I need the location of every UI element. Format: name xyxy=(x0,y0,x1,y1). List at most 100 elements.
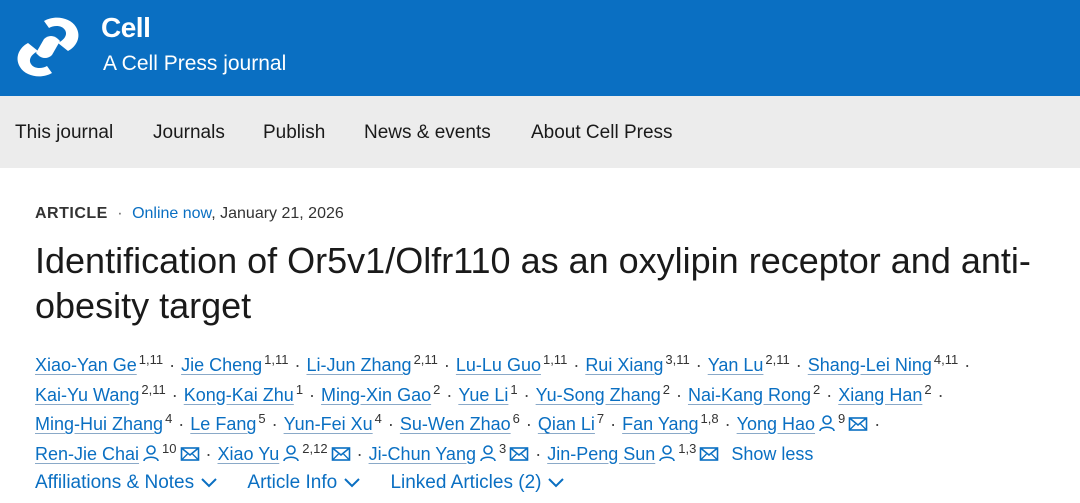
linked-articles-toggle[interactable]: Linked Articles (2) xyxy=(390,472,565,494)
journal-name[interactable]: Cell xyxy=(101,12,151,44)
author-list: Xiao-Yan Ge 1,11 · Jie Cheng 1,11 · Li-Jun Zha… xyxy=(35,345,1065,464)
author-separator: · xyxy=(937,384,944,405)
author-affiliation-number: 1,11 xyxy=(264,352,289,367)
author-name[interactable]: Yong Hao xyxy=(737,414,815,434)
email-icon[interactable] xyxy=(180,446,200,462)
author-affiliation-number: 2,11 xyxy=(765,352,790,367)
publication-date: January 21, 2026 xyxy=(220,205,344,222)
nav-news-events[interactable]: News & events xyxy=(364,122,491,144)
email-icon[interactable] xyxy=(848,416,868,432)
author-name[interactable]: Qian Li xyxy=(538,414,595,434)
author-separator: · xyxy=(535,443,542,464)
person-icon[interactable] xyxy=(658,444,676,462)
author-separator: · xyxy=(271,414,278,434)
email-icon[interactable] xyxy=(509,446,529,462)
author-name[interactable]: Xiao Yu xyxy=(218,444,280,464)
author-affiliation-number: 7 xyxy=(596,411,605,426)
affiliations-notes-label: Affiliations & Notes xyxy=(35,472,195,493)
author-line: Ming-Hui Zhang 4 · Le Fang 5 · Yun-Fei Xu 4 · Su-… xyxy=(35,404,1065,434)
author-separator: · xyxy=(525,414,532,434)
author-separator: · xyxy=(610,414,617,434)
journal-tagline: A Cell Press journal xyxy=(103,52,287,75)
chevron-down-icon xyxy=(201,478,217,488)
author-affiliation-number: 2 xyxy=(433,381,441,397)
author-name[interactable]: Yu-Song Zhang xyxy=(536,385,661,405)
author-line: Xiao-Yan Ge 1,11 · Jie Cheng 1,11 · Li-Jun Zha… xyxy=(35,345,1065,375)
article-meta: ARTICLE · Online now, January 21, 2026 xyxy=(35,205,344,223)
online-status: Online now xyxy=(132,205,212,222)
author-name[interactable]: Fan Yang xyxy=(622,414,698,434)
author-name[interactable]: Yan Lu xyxy=(708,355,764,375)
author-name[interactable]: Xiang Han xyxy=(838,385,922,405)
author-affiliation-number: 3,11 xyxy=(665,352,690,367)
author-affiliation-number: 1,8 xyxy=(700,411,719,426)
author-affiliation-number: 4,11 xyxy=(933,352,959,367)
main-nav: This journal Journals Publish News & eve… xyxy=(0,96,1080,168)
author-name[interactable]: Ming-Xin Gao xyxy=(321,385,431,405)
chevron-down-icon xyxy=(548,478,565,488)
nav-publish[interactable]: Publish xyxy=(263,122,325,144)
author-name[interactable]: Rui Xiang xyxy=(585,355,663,375)
article-info-tabs: Affiliations & Notes Article Info Linked… xyxy=(35,472,589,494)
author-affiliation-number: 2 xyxy=(813,381,821,397)
person-icon[interactable] xyxy=(479,444,497,462)
article-info-toggle[interactable]: Article Info xyxy=(247,472,361,494)
author-name[interactable]: Ji-Chun Yang xyxy=(369,444,476,464)
author-name[interactable]: Li-Jun Zhang xyxy=(306,355,411,375)
show-less-button[interactable]: Show less xyxy=(731,444,813,464)
author-affiliation-number: 10 xyxy=(162,440,177,456)
author-separator: · xyxy=(724,414,731,434)
author-separator: · xyxy=(443,355,450,375)
person-icon[interactable] xyxy=(142,444,160,462)
author-separator: · xyxy=(309,384,316,405)
cell-logo-icon[interactable] xyxy=(14,13,82,81)
author-separator: · xyxy=(356,443,363,464)
author-affiliation-number: 4 xyxy=(165,411,173,426)
author-name[interactable]: Le Fang xyxy=(190,414,256,434)
author-name[interactable]: Jie Cheng xyxy=(181,355,262,375)
article-title: Identification of Or5v1/Olfr110 as an ox… xyxy=(35,240,1031,326)
author-separator: · xyxy=(826,384,833,405)
author-name[interactable]: Jin-Peng Sun xyxy=(547,444,655,464)
author-name[interactable]: Yun-Fei Xu xyxy=(284,414,373,434)
author-name[interactable]: Lu-Lu Guo xyxy=(456,355,541,375)
author-separator: · xyxy=(874,414,881,434)
author-affiliation-number: 9 xyxy=(838,411,846,426)
author-name[interactable]: Su-Wen Zhao xyxy=(400,414,511,434)
author-name[interactable]: Yue Li xyxy=(458,385,508,405)
author-affiliation-number: 4 xyxy=(374,411,382,426)
email-icon[interactable] xyxy=(331,446,351,462)
author-name[interactable]: Ren-Jie Chai xyxy=(35,444,139,464)
meta-separator: · xyxy=(117,205,123,222)
author-line: Kai-Yu Wang 2,11 · Kong-Kai Zhu 1 · Ming-Xin G… xyxy=(35,375,1065,405)
article-type: ARTICLE xyxy=(35,205,108,222)
affiliations-notes-toggle[interactable]: Affiliations & Notes xyxy=(35,472,218,494)
author-affiliation-number: 1,11 xyxy=(138,352,164,367)
nav-about-cell-press[interactable]: About Cell Press xyxy=(531,122,673,144)
author-separator: · xyxy=(178,414,185,434)
nav-this-journal[interactable]: This journal xyxy=(15,122,113,144)
email-icon[interactable] xyxy=(699,446,719,462)
author-name[interactable]: Kong-Kai Zhu xyxy=(184,385,294,405)
nav-journals[interactable]: Journals xyxy=(153,122,225,144)
author-separator: · xyxy=(795,355,802,375)
author-affiliation-number: 1,11 xyxy=(542,352,568,367)
person-icon[interactable] xyxy=(818,414,836,432)
author-affiliation-number: 2 xyxy=(662,381,670,397)
author-affiliation-number: 2,11 xyxy=(413,352,438,367)
author-separator: · xyxy=(695,355,702,375)
author-name[interactable]: Shang-Lei Ning xyxy=(808,355,932,375)
author-name[interactable]: Xiao-Yan Ge xyxy=(35,355,137,375)
author-affiliation-number: 2,11 xyxy=(141,381,166,397)
author-separator: · xyxy=(294,355,301,375)
article-info-label: Article Info xyxy=(247,472,338,493)
person-icon[interactable] xyxy=(282,444,300,462)
author-name[interactable]: Ming-Hui Zhang xyxy=(35,414,163,434)
author-separator: · xyxy=(169,355,176,375)
author-name[interactable]: Nai-Kang Rong xyxy=(688,385,811,405)
author-separator: · xyxy=(573,355,580,375)
author-separator: · xyxy=(446,384,453,405)
author-separator: · xyxy=(964,355,971,375)
meta-comma: , xyxy=(211,205,221,222)
author-name[interactable]: Kai-Yu Wang xyxy=(35,385,139,405)
